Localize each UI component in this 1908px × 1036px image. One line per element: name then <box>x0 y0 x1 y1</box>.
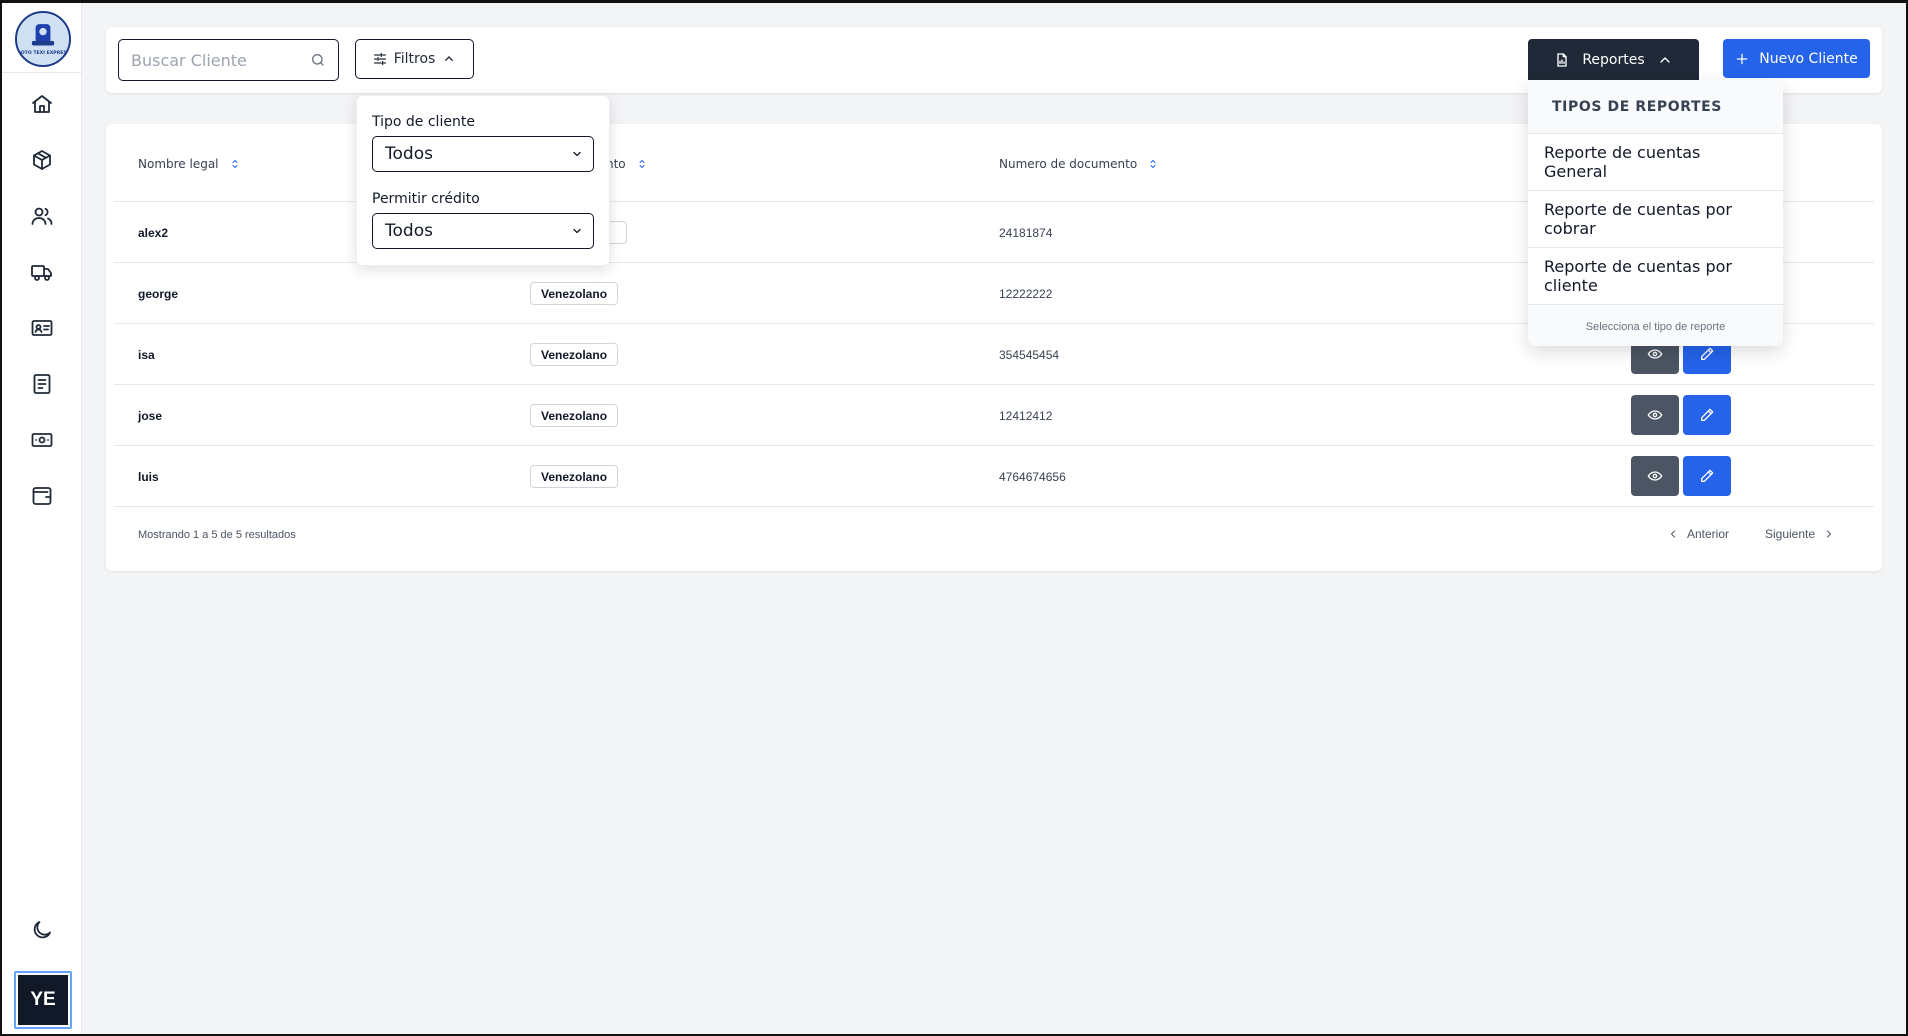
svg-text:MOTO TEXI EXPRESS: MOTO TEXI EXPRESS <box>17 50 69 56</box>
report-file-icon <box>1557 52 1567 67</box>
filters-button[interactable]: Filtros <box>355 39 474 79</box>
eye-icon <box>1647 410 1663 420</box>
sort-icon <box>232 160 238 168</box>
reports-dropdown: TIPOS DE REPORTES Reporte de cuentas Gen… <box>1528 80 1783 346</box>
reports-dropdown-header: TIPOS DE REPORTES <box>1528 80 1783 134</box>
sort-icon <box>639 160 645 168</box>
document-number: 12222222 <box>999 287 1053 301</box>
new-client-button[interactable]: Nuevo Cliente <box>1723 39 1870 78</box>
credit-select[interactable]: Todos <box>372 213 594 249</box>
client-name: george <box>138 287 179 301</box>
previous-page-button[interactable]: Anterior <box>1667 527 1729 541</box>
package-icon[interactable] <box>29 147 55 173</box>
pencil-icon <box>1701 469 1714 482</box>
search-input[interactable] <box>131 50 310 70</box>
report-receivables-item[interactable]: Reporte de cuentas por cobrar <box>1528 191 1783 248</box>
document-type-badge: Venezolano <box>530 465 619 488</box>
column-header-document-number[interactable]: Numero de documento <box>999 157 1159 171</box>
document-type-badge: Venezolano <box>530 404 619 427</box>
wallet-icon[interactable] <box>29 483 55 509</box>
eye-icon <box>1647 471 1663 481</box>
sidebar-divider <box>2 72 82 73</box>
credit-label: Permitir crédito <box>372 191 480 207</box>
sliders-icon <box>373 53 386 65</box>
credit-value: Todos <box>385 221 433 241</box>
client-name: jose <box>138 409 163 423</box>
column-header-legal-name[interactable]: Nombre legal <box>138 157 241 171</box>
table-row: luis Venezolano 4764674656 <box>114 446 1874 507</box>
pagination-summary: Mostrando 1 a 5 de 5 resultados <box>138 529 296 541</box>
reports-button[interactable]: Reportes <box>1528 39 1699 80</box>
home-icon[interactable] <box>29 91 55 117</box>
cash-icon[interactable] <box>29 427 55 453</box>
client-name: alex2 <box>138 226 169 240</box>
client-name: luis <box>138 470 159 484</box>
search-box[interactable] <box>118 39 339 81</box>
client-type-label: Tipo de cliente <box>372 114 475 130</box>
id-card-icon[interactable] <box>29 315 55 341</box>
chevron-right-icon <box>1827 530 1832 538</box>
document-number: 12412412 <box>999 409 1053 423</box>
chevron-left-icon <box>1671 530 1675 538</box>
document-number: 24181874 <box>999 226 1053 240</box>
reports-label: Reportes <box>1582 51 1645 68</box>
users-icon[interactable] <box>29 203 55 229</box>
view-button[interactable] <box>1631 456 1679 496</box>
search-icon <box>312 54 324 66</box>
user-avatar[interactable]: YE <box>14 971 72 1029</box>
pencil-icon <box>1701 347 1714 360</box>
document-type-badge: Venezolano <box>530 282 619 305</box>
eye-icon <box>1647 349 1663 359</box>
client-name: isa <box>138 348 155 362</box>
document-number: 354545454 <box>999 348 1060 362</box>
document-number: 4764674656 <box>999 470 1066 484</box>
new-client-label: Nuevo Cliente <box>1759 50 1858 67</box>
moon-icon[interactable] <box>29 917 55 943</box>
chevron-up-icon <box>445 56 454 61</box>
column-header-document-type[interactable]: nto <box>606 157 648 171</box>
client-type-value: Todos <box>385 144 433 164</box>
edit-button[interactable] <box>1683 395 1731 435</box>
truck-icon[interactable] <box>29 259 55 285</box>
sort-icon <box>1150 160 1156 168</box>
chevron-up-icon <box>1659 56 1670 63</box>
report-by-client-item[interactable]: Reporte de cuentas por cliente <box>1528 248 1783 305</box>
document-type-badge: Venezolano <box>530 343 619 366</box>
plus-icon <box>1736 53 1748 64</box>
table-row: jose Venezolano 12412412 <box>114 385 1874 446</box>
view-button[interactable] <box>1631 395 1679 435</box>
document-icon[interactable] <box>29 371 55 397</box>
brand-logo[interactable]: MOTO TEXI EXPRESS <box>15 11 71 67</box>
client-type-select[interactable]: Todos <box>372 136 594 172</box>
chevron-down-icon <box>573 228 581 234</box>
filters-popover: Tipo de cliente Todos Permitir crédito T… <box>356 95 610 266</box>
reports-dropdown-footer: Selecciona el tipo de reporte <box>1528 305 1783 346</box>
chevron-down-icon <box>573 151 581 157</box>
edit-button[interactable] <box>1683 456 1731 496</box>
sidebar: MOTO TEXI EXPRESS YE <box>2 3 82 1034</box>
pencil-icon <box>1701 408 1714 421</box>
filters-label: Filtros <box>393 51 436 67</box>
report-general-item[interactable]: Reporte de cuentas General <box>1528 134 1783 191</box>
next-page-button[interactable]: Siguiente <box>1765 527 1835 541</box>
